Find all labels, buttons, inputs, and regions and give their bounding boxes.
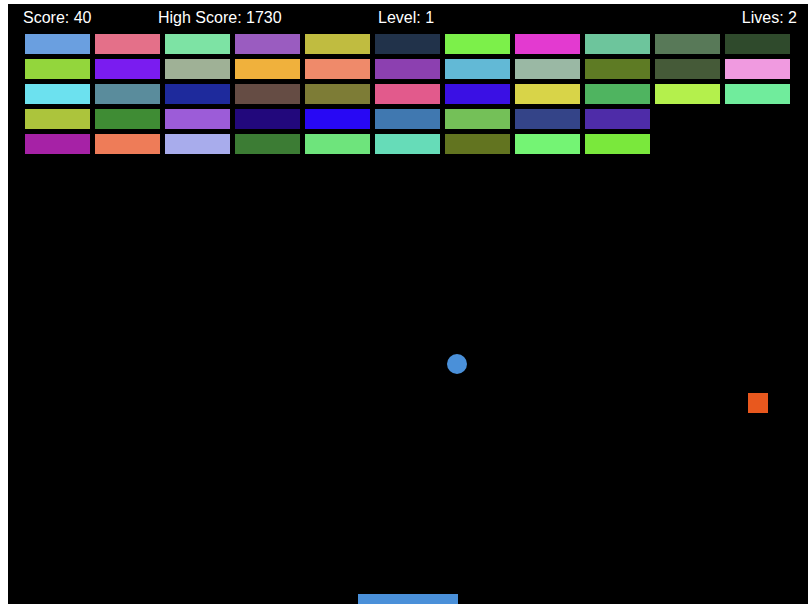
- paddle[interactable]: [358, 594, 458, 604]
- brick: [375, 34, 440, 54]
- brick: [95, 109, 160, 129]
- brick: [725, 59, 790, 79]
- brick-row: [25, 59, 790, 79]
- brick: [95, 59, 160, 79]
- brick: [445, 134, 510, 154]
- brick: [515, 109, 580, 129]
- power-up: [748, 393, 768, 413]
- brick: [235, 59, 300, 79]
- brick: [165, 84, 230, 104]
- brick: [375, 109, 440, 129]
- brick: [725, 34, 790, 54]
- brick: [655, 34, 720, 54]
- brick: [725, 84, 790, 104]
- brick-row: [25, 34, 790, 54]
- brick: [305, 34, 370, 54]
- brick: [655, 59, 720, 79]
- brick: [165, 134, 230, 154]
- brick: [95, 34, 160, 54]
- brick: [305, 134, 370, 154]
- brick: [585, 84, 650, 104]
- brick: [235, 84, 300, 104]
- brick: [305, 109, 370, 129]
- brick: [375, 84, 440, 104]
- level: Level: 1: [378, 8, 434, 28]
- brick: [305, 59, 370, 79]
- brick: [375, 134, 440, 154]
- brick: [585, 59, 650, 79]
- brick: [165, 109, 230, 129]
- ball: [447, 354, 467, 374]
- brick: [25, 34, 90, 54]
- brick: [515, 34, 580, 54]
- brick: [235, 109, 300, 129]
- game-canvas[interactable]: Score: 40 High Score: 1730 Level: 1 Lives: …: [8, 4, 808, 604]
- brick: [235, 134, 300, 154]
- brick: [585, 134, 650, 154]
- brick: [25, 134, 90, 154]
- brick: [95, 134, 160, 154]
- brick: [585, 34, 650, 54]
- lives: Lives: 2: [742, 8, 797, 28]
- brick: [25, 59, 90, 79]
- brick: [375, 59, 440, 79]
- brick: [655, 84, 720, 104]
- brick: [235, 34, 300, 54]
- score: Score: 40: [23, 8, 91, 28]
- brick-row: [25, 84, 790, 104]
- brick: [25, 84, 90, 104]
- brick: [445, 109, 510, 129]
- brick: [445, 34, 510, 54]
- brick: [165, 34, 230, 54]
- high-score: High Score: 1730: [158, 8, 282, 28]
- brick: [445, 84, 510, 104]
- brick: [585, 109, 650, 129]
- brick-wall: [25, 34, 790, 154]
- brick-row: [25, 134, 790, 154]
- brick-row: [25, 109, 790, 129]
- brick: [305, 84, 370, 104]
- page: Score: 40 High Score: 1730 Level: 1 Lives: …: [0, 0, 812, 607]
- brick: [165, 59, 230, 79]
- brick: [515, 59, 580, 79]
- brick: [95, 84, 160, 104]
- brick: [445, 59, 510, 79]
- brick: [25, 109, 90, 129]
- brick: [515, 84, 580, 104]
- brick: [515, 134, 580, 154]
